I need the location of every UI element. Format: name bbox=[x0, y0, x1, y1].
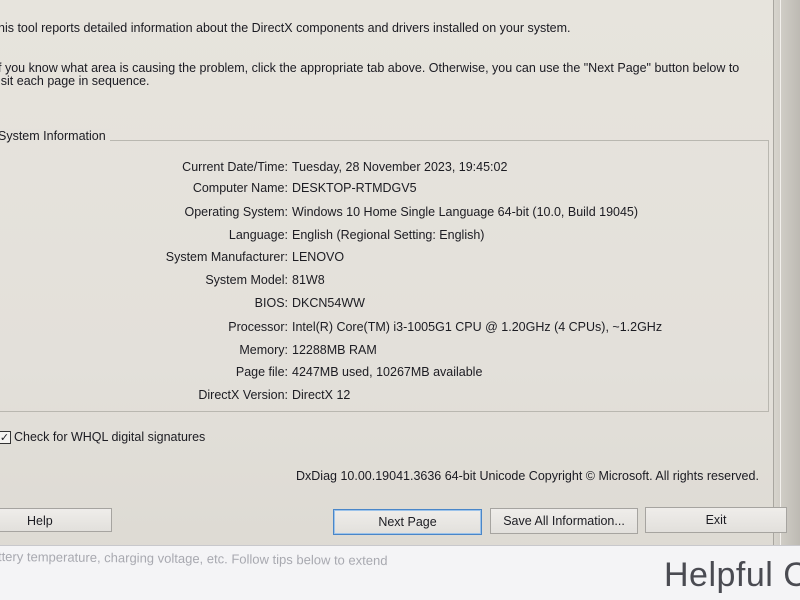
info-value: LENOVO bbox=[292, 250, 345, 264]
info-row-model: System Model: 81W8 bbox=[0, 273, 760, 291]
info-row-datetime: Current Date/Time: Tuesday, 28 November … bbox=[0, 160, 760, 178]
info-label: Operating System: bbox=[184, 205, 288, 219]
info-row-manufacturer: System Manufacturer: LENOVO bbox=[0, 250, 760, 268]
info-label: Page file: bbox=[235, 365, 288, 379]
info-value: 12288MB RAM bbox=[292, 343, 377, 357]
info-label: DirectX Version: bbox=[198, 388, 288, 402]
info-label: Language: bbox=[228, 228, 288, 242]
info-value: DirectX 12 bbox=[292, 388, 351, 402]
info-value: Tuesday, 28 November 2023, 19:45:02 bbox=[292, 160, 508, 174]
info-value: 81W8 bbox=[292, 273, 325, 287]
info-value: DKCN54WW bbox=[292, 296, 365, 310]
whql-checkbox-row[interactable]: ✓ Check for WHQL digital signatures bbox=[0, 430, 205, 444]
whql-checkbox-label: Check for WHQL digital signatures bbox=[14, 430, 206, 444]
info-value: English (Regional Setting: English) bbox=[292, 228, 485, 242]
exit-button[interactable]: Exit bbox=[645, 507, 787, 533]
info-value: Windows 10 Home Single Language 64-bit (… bbox=[292, 205, 639, 219]
info-value: 4247MB used, 10267MB available bbox=[292, 365, 483, 379]
info-label: Computer Name: bbox=[192, 181, 288, 195]
info-label: System Model: bbox=[205, 273, 288, 287]
dxdiag-version-copyright: DxDiag 10.00.19041.3636 64-bit Unicode C… bbox=[296, 469, 759, 483]
info-label: Processor: bbox=[228, 320, 288, 334]
window-right-frame bbox=[773, 0, 800, 545]
info-value: DESKTOP-RTMDGV5 bbox=[292, 181, 417, 195]
info-row-processor: Processor: Intel(R) Core(TM) i3-1005G1 C… bbox=[0, 320, 760, 338]
info-row-bios: BIOS: DKCN54WW bbox=[0, 296, 760, 314]
info-value: Intel(R) Core(TM) i3-1005G1 CPU @ 1.20GH… bbox=[292, 320, 663, 334]
info-row-directx-version: DirectX Version: DirectX 12 bbox=[0, 388, 760, 406]
next-page-button[interactable]: Next Page bbox=[333, 509, 482, 535]
intro-line-2: f you know what area is causing the prob… bbox=[0, 61, 740, 75]
info-label: BIOS: bbox=[254, 296, 288, 310]
intro-line-1: his tool reports detailed information ab… bbox=[0, 21, 571, 35]
whql-checkbox[interactable]: ✓ bbox=[0, 430, 11, 444]
info-row-computer-name: Computer Name: DESKTOP-RTMDGV5 bbox=[0, 181, 760, 199]
help-button[interactable]: Help bbox=[0, 508, 112, 532]
dxdiag-window: his tool reports detailed information ab… bbox=[0, 0, 800, 600]
background-heading: Helpful C bbox=[664, 556, 800, 594]
intro-line-3: isit each page in sequence. bbox=[0, 74, 150, 88]
system-information-title: System Information bbox=[0, 129, 110, 143]
info-label: Memory: bbox=[239, 343, 288, 357]
info-label: Current Date/Time: bbox=[182, 160, 288, 174]
info-row-operating-system: Operating System: Windows 10 Home Single… bbox=[0, 205, 760, 223]
info-row-language: Language: English (Regional Setting: Eng… bbox=[0, 228, 760, 246]
info-label: System Manufacturer: bbox=[165, 250, 288, 264]
info-row-page-file: Page file: 4247MB used, 10267MB availabl… bbox=[0, 365, 760, 383]
save-all-information-button[interactable]: Save All Information... bbox=[490, 508, 638, 534]
info-row-memory: Memory: 12288MB RAM bbox=[0, 343, 760, 361]
